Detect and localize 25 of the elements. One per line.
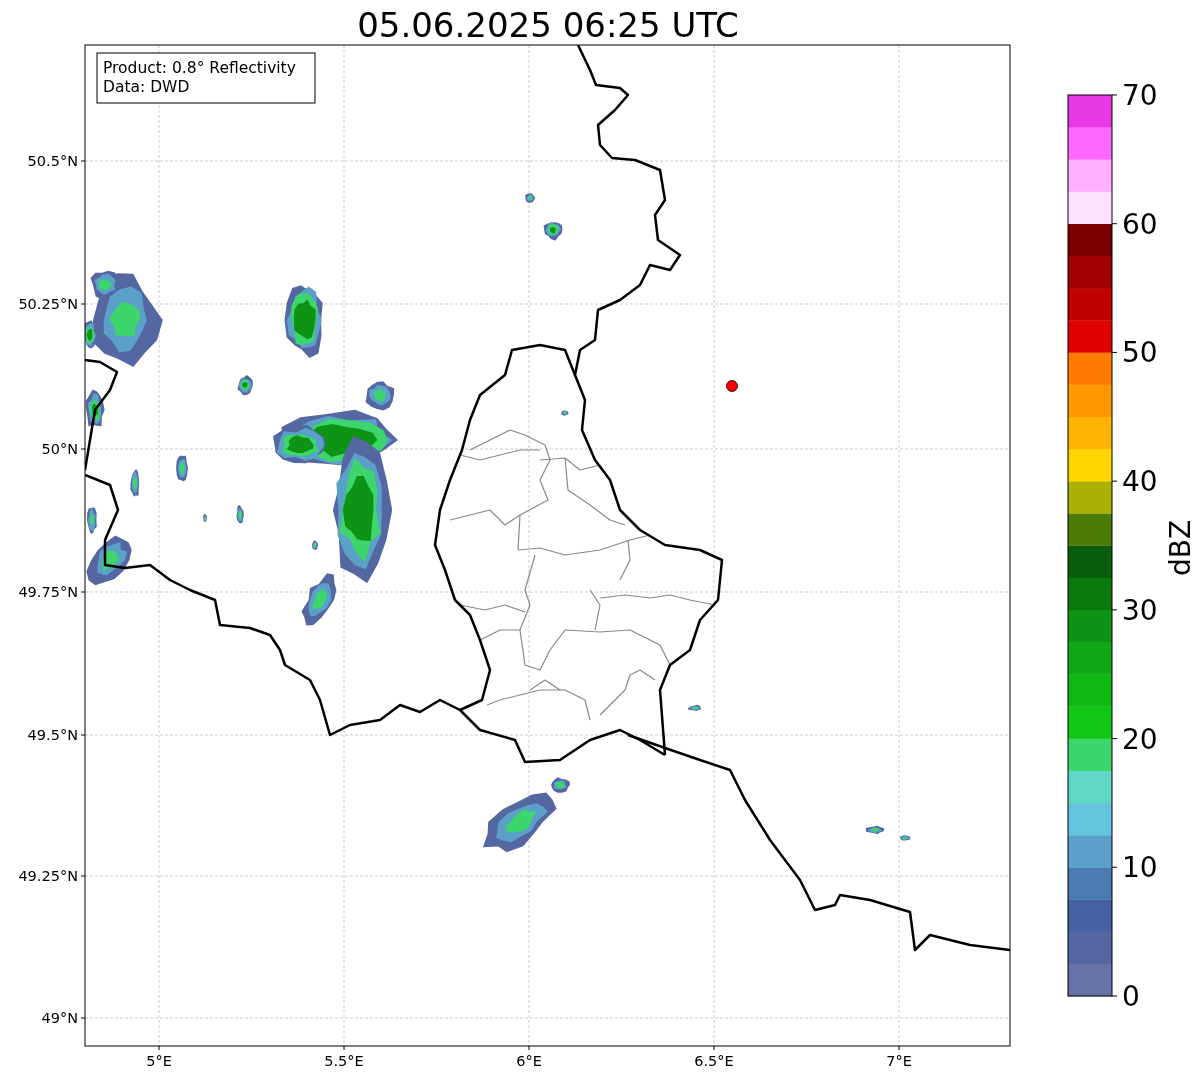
axis-tick-label: 49°N: [41, 1010, 78, 1026]
axis-tick-label: 49.25°N: [18, 868, 78, 884]
colorbar-tick-label: 50: [1122, 336, 1158, 370]
colorbar-tick-label: 0: [1122, 980, 1140, 1013]
axis-tick-label: 5.5°E: [324, 1053, 364, 1069]
chart-title: 05.06.2025 06:25 UTC: [357, 5, 739, 45]
colorbar-tick-label: 10: [1122, 851, 1158, 885]
axis-tick-label: 7°E: [886, 1053, 912, 1069]
info-text: Data: DWD: [103, 78, 190, 96]
colorbar-tick-label: 70: [1122, 79, 1158, 112]
location-marker: [726, 380, 738, 392]
axis-tick-label: 49.5°N: [27, 727, 78, 743]
colorbar-tick-label: 30: [1122, 593, 1158, 627]
colorbar-tick-label: 60: [1122, 207, 1158, 241]
axis-tick-label: 5°E: [146, 1053, 172, 1069]
colorbar-label: dBZ: [1164, 519, 1197, 577]
axis-tick-label: 6.5°E: [694, 1053, 734, 1069]
axis-tick-label: 50°N: [41, 441, 78, 457]
axis-tick-label: 50.25°N: [18, 296, 78, 312]
axis-tick-label: 49.75°N: [18, 584, 78, 600]
colorbar-tick-label: 40: [1122, 465, 1158, 499]
axis-tick-label: 50.5°N: [27, 153, 78, 169]
info-text: Product: 0.8° Reflectivity: [103, 59, 296, 77]
colorbar-tick-label: 20: [1122, 722, 1158, 756]
axis-tick-label: 6°E: [516, 1053, 542, 1069]
